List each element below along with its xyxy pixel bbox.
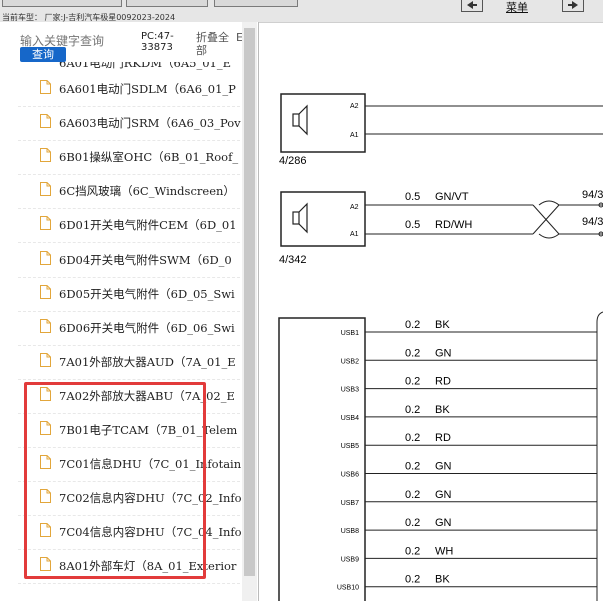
wire-color: GN/VT [435,191,469,203]
query-button[interactable]: 查询 [20,47,66,62]
tree-item-label: 6C挡风玻璃（6C_Windscreen） [59,184,235,199]
tree-item[interactable]: 6B01操纵室OHC（6B_01_Roof_ [18,140,240,176]
pin-label: A2 [350,103,359,110]
wire-gauge: 0.2 [405,461,420,473]
wire-color: BK [435,574,450,586]
wire-gauge: 0.2 [405,489,420,501]
tree-item[interactable]: 6A601电动门SDLM（6A6_01_P [18,72,240,107]
document-icon [40,216,51,231]
pin-label: USB10 [337,585,359,592]
document-icon [40,352,51,367]
component-ref: 4/286 [279,155,307,167]
toolbar-button[interactable] [2,0,122,7]
wire-color: BK [435,319,450,331]
tree-item[interactable]: 6D01开关电气附件CEM（6D_01 [18,208,240,244]
wire-color: RD [435,376,451,388]
menu-link[interactable]: 菜单 [506,0,528,15]
tree-item[interactable]: 6D06开关电气附件（6D_06_Swi [18,311,240,346]
document-icon [40,250,51,265]
wire-gauge: 0.2 [405,376,420,388]
document-icon [40,114,51,129]
arrow-icon [568,1,578,9]
pin-label: USB3 [341,387,359,394]
nav-forward-button[interactable] [562,0,584,12]
wire-destination: 94/3 [582,216,603,228]
wire-gauge: 0.2 [405,319,420,331]
pin-label: USB6 [341,472,359,479]
speaker-icon [292,202,308,234]
component-ref: 4/342 [279,254,307,266]
wire-gauge: 0.2 [405,404,420,416]
wire-gauge: 0.5 [405,191,420,203]
document-icon [40,80,51,94]
wire-color: GN [435,347,452,359]
pin-label: USB1 [341,330,359,337]
document-icon [40,148,51,163]
wiring-diagram: A2 A1 4/286 A2 A1 0.5 GN/VT 0.5 RD/WH 94… [259,22,603,601]
wire-color: BK [435,404,450,416]
tree-item[interactable]: 6A603电动门SRM（6A6_03_Pov [18,106,241,142]
tree-item-label: 6D04开关电气附件SWM（6D_0 [59,252,232,267]
arrow-icon [467,1,477,9]
speaker-component-2[interactable]: A2 A1 0.5 GN/VT 0.5 RD/WH 94/3 94/3 4/34… [279,189,603,266]
speaker-icon [292,104,308,136]
wire-gauge: 0.2 [405,347,420,359]
speaker-component-1[interactable]: A2 A1 4/286 [279,93,603,167]
tree-item-label: 6D05开关电气附件（6D_05_Swi [59,286,235,301]
tree-item-label: 6D01开关电气附件CEM（6D_01 [59,218,237,233]
tree-item-label: 6A601电动门SDLM（6A6_01_P [59,82,236,96]
pin-label: USB5 [341,443,359,450]
wire-gauge: 0.2 [405,517,420,529]
left-panel: 查询 PC:47-33873 折叠全部 E 6A01电动门RKDM（6A5_01… [0,22,259,601]
wire-color: WH [435,545,453,557]
highlight-box [24,382,206,579]
tree-item[interactable]: 6D05开关电气附件（6D_05_Swi [18,277,240,312]
wire-color: GN [435,461,452,473]
wire-color: GN [435,517,452,529]
wire-color: RD/WH [435,219,472,231]
usb-connector-block[interactable]: USB1 0.2 BK USB2 0.2 GN USB3 0.2 RD USB4 0.2 BK USB5… [278,311,603,601]
top-bar: 当前车型： 厂家:J-吉利汽车极星0092023-2024 菜单 [0,0,603,23]
tree-item-label: 6B01操纵室OHC（6B_01_Roof_ [59,150,239,165]
wire-gauge: 0.2 [405,574,420,586]
tree-item-label: 6D06开关电气附件（6D_06_Swi [59,320,235,335]
tree-item[interactable]: 7A01外部放大器AUD（7A_01_E [18,345,240,380]
pin-label: A1 [350,231,359,238]
toolbar-button[interactable] [126,0,208,7]
wire-color: GN [435,489,452,501]
left-scrollbar[interactable] [242,22,257,601]
wire-color: RD [435,432,451,444]
nav-back-button[interactable] [461,0,483,12]
collapse-all-button[interactable]: 折叠全部 [196,31,236,57]
pin-label: A2 [350,204,359,211]
tree-item[interactable]: 6D04开关电气附件SWM（6D_0 [18,243,240,278]
vehicle-label: 当前车型： [2,13,42,22]
document-icon [40,182,51,197]
tree-item[interactable]: 6C挡风玻璃（6C_Windscreen） [18,174,240,210]
pc-code: PC:47-33873 [141,31,174,53]
wire-destination: 94/3 [582,189,603,201]
pin-label: USB2 [341,358,359,365]
pin-label: USB7 [341,500,359,507]
toolbar-button[interactable] [214,0,298,7]
pin-label: USB4 [341,415,359,422]
wiring-diagram-svg: A2 A1 4/286 A2 A1 0.5 GN/VT 0.5 RD/WH 94… [278,93,603,601]
document-icon [40,284,51,299]
document-icon [40,318,51,333]
pin-label: A1 [350,132,359,139]
wire-gauge: 0.2 [405,432,420,444]
wire-gauge: 0.2 [405,545,420,557]
tree-item-label: 7A01外部放大器AUD（7A_01_E [59,354,236,369]
tree-item-label: 6A01电动门RKDM（6A5_01_E [59,62,231,70]
pin-label: USB9 [341,556,359,563]
tree-item-label: 6A603电动门SRM（6A6_03_Pov [59,116,241,131]
scroll-thumb[interactable] [244,28,255,576]
manufacturer: 厂家:J-吉利汽车极星0092023-2024 [44,13,176,22]
pin-label: USB8 [341,528,359,535]
wire-gauge: 0.5 [405,219,420,231]
